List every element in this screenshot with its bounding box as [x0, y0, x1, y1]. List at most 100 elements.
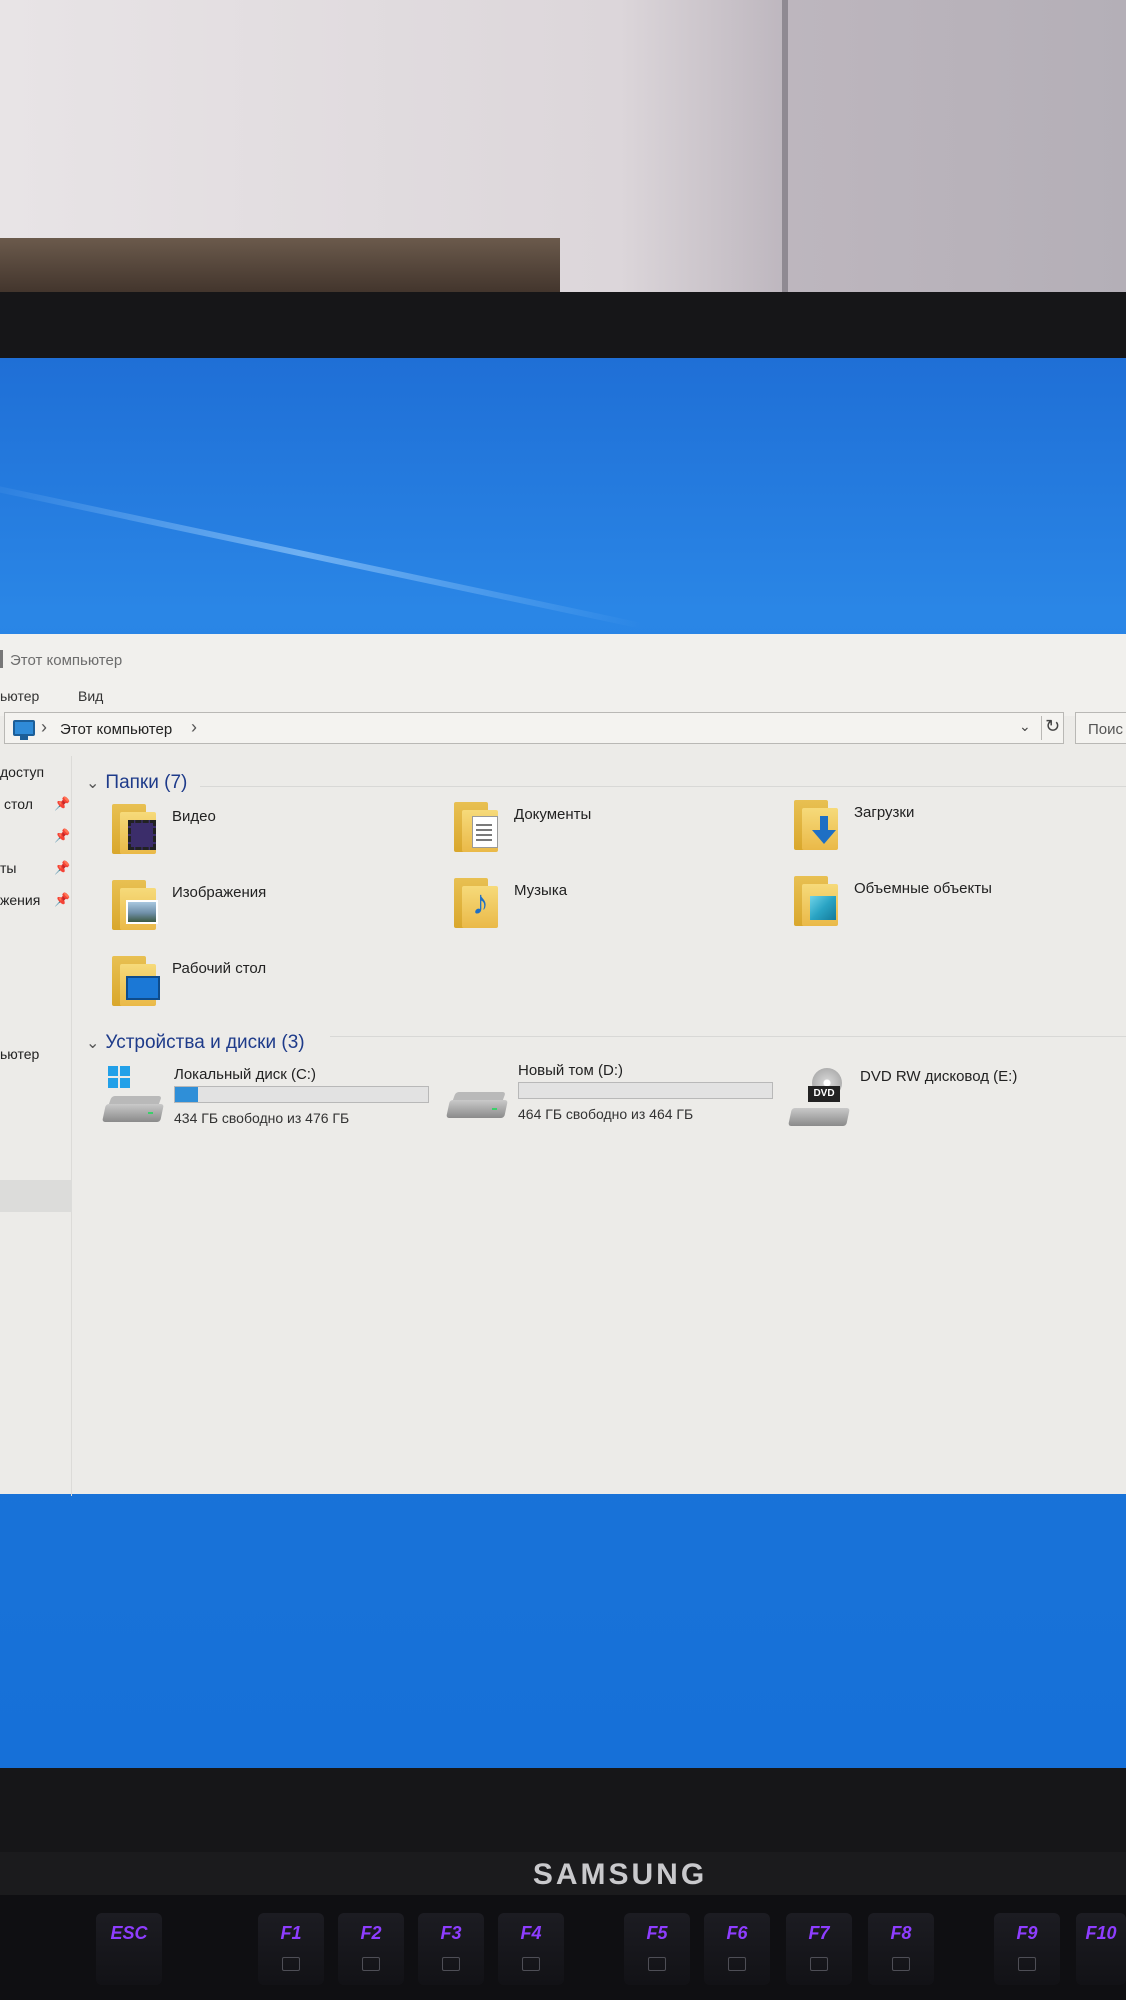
key-f4[interactable]: F4 [498, 1913, 564, 1985]
wall-corner [782, 0, 788, 300]
nav-item-quick-access[interactable]: доступ [0, 764, 44, 780]
key-label: F7 [808, 1923, 830, 1943]
key-f3[interactable]: F3 [418, 1913, 484, 1985]
windows-logo-icon [108, 1066, 130, 1088]
ribbon-tab-view[interactable]: Вид [78, 688, 103, 704]
folders-group-title: Папки (7) [105, 772, 188, 793]
pin-icon[interactable]: 📌 [54, 796, 70, 812]
key-label: F4 [520, 1923, 542, 1943]
folder-video[interactable]: Видео [112, 802, 442, 862]
nav-item-desktop[interactable]: стол [4, 796, 33, 812]
key-f1[interactable]: F1 [258, 1913, 324, 1985]
folder-label: Рабочий стол [172, 960, 267, 977]
key-f7[interactable]: F7 [786, 1913, 852, 1985]
pin-icon[interactable]: 📌 [54, 828, 70, 844]
folder-documents[interactable]: Документы [454, 800, 784, 860]
nav-item-pictures[interactable]: жения [0, 892, 40, 908]
pin-icon[interactable]: 📌 [54, 860, 70, 876]
wooden-shelf [0, 238, 560, 300]
key-esc[interactable]: ESC [96, 1913, 162, 1985]
folder-label: Загрузки [854, 804, 915, 821]
this-pc-icon [13, 720, 35, 740]
group-divider [200, 786, 1126, 787]
dvd-badge: DVD [808, 1086, 840, 1102]
drive-d[interactable]: Новый том (D:) 464 ГБ свободно из 464 ГБ [446, 1062, 778, 1142]
key-media-icon [1018, 1957, 1036, 1971]
breadcrumb-this-pc[interactable]: Этот компьютер [60, 721, 172, 738]
pictures-folder-icon [112, 878, 160, 930]
folder-pictures[interactable]: Изображения [112, 878, 442, 938]
key-f2[interactable]: F2 [338, 1913, 404, 1985]
folder-downloads[interactable]: Загрузки [794, 798, 1124, 858]
key-label: F2 [360, 1923, 382, 1943]
key-label: F10 [1085, 1923, 1117, 1943]
key-label: ESC [110, 1923, 148, 1943]
key-label: F5 [646, 1923, 668, 1943]
drive-usage-bar [174, 1086, 429, 1103]
drive-usage-fill [175, 1087, 198, 1102]
window-title: Этот компьютер [10, 652, 123, 669]
hard-drive-icon [102, 1096, 164, 1122]
search-placeholder: Поис [1088, 721, 1124, 738]
drive-name: Локальный диск (C:) [174, 1066, 316, 1083]
drive-e[interactable]: DVD DVD RW дисковод (E:) [788, 1068, 1120, 1148]
key-stop-icon [892, 1957, 910, 1971]
key-media-icon [282, 1957, 300, 1971]
key-media-icon [362, 1957, 380, 1971]
folder-label: Объемные объекты [854, 880, 992, 897]
key-label: F3 [440, 1923, 462, 1943]
nav-item-documents[interactable]: ты [0, 860, 16, 876]
group-divider [330, 1036, 1126, 1037]
drives-group-header[interactable]: ⌄ Устройства и диски (3) [86, 1032, 305, 1054]
dvd-drive-icon [788, 1104, 850, 1130]
key-f8[interactable]: F8 [868, 1913, 934, 1985]
key-label: F1 [280, 1923, 302, 1943]
address-dropdown-icon[interactable]: ⌄ [1019, 718, 1031, 735]
folder-label: Видео [172, 808, 216, 825]
key-media-icon [442, 1957, 460, 1971]
keyboard-function-row: ESC F1 F2 F3 F4 F5 F6 F7 F8 F9 F10 [0, 1895, 1126, 2000]
address-bar[interactable]: › Этот компьютер › ⌄ ↻ [4, 712, 1064, 744]
refresh-icon[interactable]: ↻ [1041, 716, 1063, 740]
wallpaper-light-streak [0, 478, 646, 630]
desktop-folder-icon [112, 954, 160, 1006]
title-bar[interactable]: Этот компьютер [0, 634, 1126, 686]
nav-item-this-pc[interactable]: ьютер [0, 1046, 39, 1062]
key-label: F9 [1016, 1923, 1038, 1943]
drive-name: DVD RW дисковод (E:) [860, 1068, 1018, 1085]
search-input[interactable]: Поис [1075, 712, 1126, 744]
hard-drive-icon [446, 1092, 508, 1118]
drive-free-space: 434 ГБ свободно из 476 ГБ [174, 1110, 350, 1126]
ribbon-tab-computer[interactable]: ьютер [0, 688, 39, 704]
key-f9[interactable]: F9 [994, 1913, 1060, 1985]
key-play-pause-icon [728, 1957, 746, 1971]
file-explorer-window: Этот компьютер ьютер Вид › Этот компьюте… [0, 634, 1126, 1496]
folder-3d-objects[interactable]: Объемные объекты [794, 874, 1124, 934]
key-f5[interactable]: F5 [624, 1913, 690, 1985]
folder-desktop[interactable]: Рабочий стол [112, 954, 442, 1014]
drive-free-space: 464 ГБ свободно из 464 ГБ [518, 1106, 694, 1122]
window-edge-mark [0, 650, 3, 668]
collapse-chevron-icon[interactable]: ⌄ [86, 1033, 99, 1053]
key-label: F8 [890, 1923, 912, 1943]
folder-music[interactable]: ♪ Музыка [454, 876, 784, 936]
navigation-pane: доступ стол 📌 📌 ты 📌 жения 📌 ьютер [0, 756, 72, 1496]
collapse-chevron-icon[interactable]: ⌄ [86, 773, 99, 793]
key-f6[interactable]: F6 [704, 1913, 770, 1985]
video-folder-icon [112, 802, 160, 854]
pin-icon[interactable]: 📌 [54, 892, 70, 908]
key-previous-icon [648, 1957, 666, 1971]
folder-label: Документы [514, 806, 592, 823]
folders-group-header[interactable]: ⌄ Папки (7) [86, 772, 187, 794]
key-f10[interactable]: F10 [1076, 1913, 1126, 1985]
documents-folder-icon [454, 800, 502, 852]
breadcrumb-chevron-icon[interactable]: › [41, 717, 47, 738]
breadcrumb-chevron-icon[interactable]: › [191, 717, 197, 738]
monitor-brand-logo: SAMSUNG [532, 1858, 708, 1891]
nav-selected-highlight [0, 1180, 72, 1212]
key-label: F6 [726, 1923, 748, 1943]
drive-usage-bar [518, 1082, 773, 1099]
folder-label: Изображения [172, 884, 267, 901]
drives-group-title: Устройства и диски (3) [105, 1032, 305, 1053]
drive-c[interactable]: Локальный диск (C:) 434 ГБ свободно из 4… [102, 1066, 434, 1146]
